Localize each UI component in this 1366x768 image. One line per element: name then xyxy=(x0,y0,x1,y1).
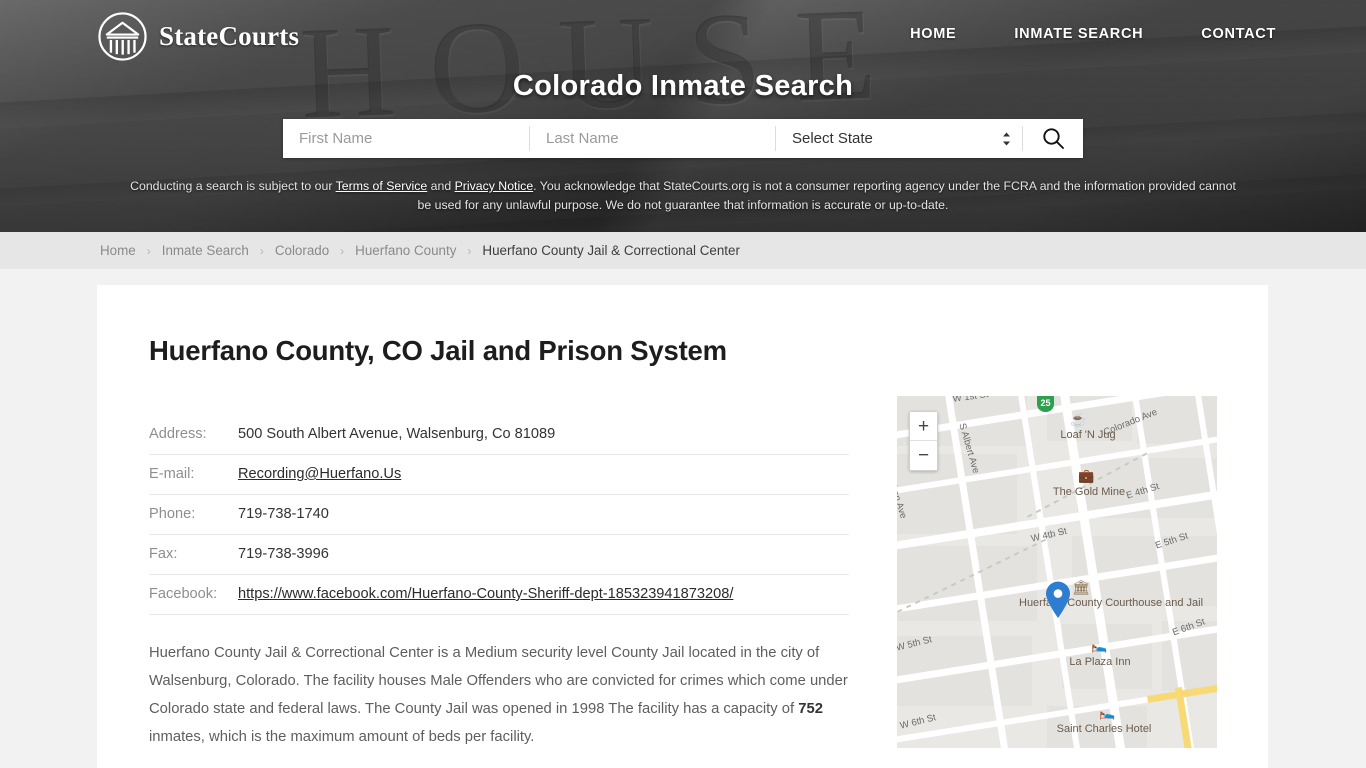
nav-item-contact[interactable]: CONTACT xyxy=(1201,26,1276,42)
search-disclaimer: Conducting a search is subject to our Te… xyxy=(130,177,1236,215)
breadcrumb-separator-icon: › xyxy=(259,243,264,258)
breadcrumb-item-inmate-search[interactable]: Inmate Search xyxy=(162,243,249,258)
facility-details-column: Address: 500 South Albert Avenue, Walsen… xyxy=(149,367,849,751)
breadcrumb: Home › Inmate Search › Colorado › Huerfa… xyxy=(0,232,1366,269)
table-row: E-mail: Recording@Huerfano.Us xyxy=(149,454,849,495)
map-street-label: W 6th St xyxy=(899,712,938,732)
nav-item-inmate-search[interactable]: INMATE SEARCH xyxy=(1014,26,1143,42)
breadcrumb-separator-icon: › xyxy=(340,243,345,258)
cafe-icon: ☕ xyxy=(1070,412,1087,427)
content-row: Address: 500 South Albert Avenue, Walsen… xyxy=(97,367,1268,751)
nav-item-home[interactable]: HOME xyxy=(910,26,956,42)
last-name-input[interactable] xyxy=(530,119,775,158)
detail-label-address: Address: xyxy=(149,415,238,455)
disclaimer-text-2: and xyxy=(427,179,455,193)
table-row: Phone: 719-738-1740 xyxy=(149,494,849,535)
state-select[interactable]: Select State xyxy=(776,119,1022,158)
detail-value-facebook: https://www.facebook.com/Huerfano-County… xyxy=(238,574,849,615)
courthouse-circle-icon xyxy=(98,12,147,61)
description-capacity: 752 xyxy=(798,701,823,717)
detail-label-fax: Fax: xyxy=(149,534,238,575)
table-row: Address: 500 South Albert Avenue, Walsen… xyxy=(149,415,849,455)
description-text-2: inmates, which is the maximum amount of … xyxy=(149,729,535,745)
map-place-label: La Plaza Inn xyxy=(1069,656,1131,668)
search-submit-button[interactable] xyxy=(1023,119,1083,158)
map-column: W 1st St S Albert Ave Colorado Ave andre… xyxy=(849,367,1217,751)
detail-value-fax: 719-738-3996 xyxy=(238,534,849,575)
facebook-link[interactable]: https://www.facebook.com/Huerfano-County… xyxy=(238,586,733,602)
breadcrumb-current: Huerfano County Jail & Correctional Cent… xyxy=(482,243,740,258)
map-place-label: Huerfano County Courthouse and Jail xyxy=(1019,597,1204,609)
shop-icon: 💼 xyxy=(1078,468,1095,483)
detail-label-email: E-mail: xyxy=(149,454,238,495)
main-navigation: HOME INMATE SEARCH CONTACT xyxy=(910,26,1276,42)
map-zoom-out-button[interactable]: − xyxy=(910,441,937,470)
page-title: Huerfano County, CO Jail and Prison Syst… xyxy=(149,335,727,366)
disclaimer-text-3: . You acknowledge that StateCourts.org i… xyxy=(417,179,1236,212)
map-place-label: The Gold Mine xyxy=(1052,486,1126,498)
breadcrumb-item-home[interactable]: Home xyxy=(100,243,136,258)
location-map[interactable]: W 1st St S Albert Ave Colorado Ave andre… xyxy=(897,396,1217,748)
map-pin-icon[interactable] xyxy=(1045,581,1071,624)
map-place-label: Saint Charles Hotel xyxy=(1056,723,1152,735)
description-text-1: Huerfano County Jail & Correctional Cent… xyxy=(149,645,848,717)
privacy-notice-link[interactable]: Privacy Notice xyxy=(455,179,534,193)
detail-value-phone: 719-738-1740 xyxy=(238,494,849,535)
magnifier-icon xyxy=(1042,128,1064,149)
detail-value-address: 500 South Albert Avenue, Walsenburg, Co … xyxy=(238,415,849,455)
hotel-icon: 🛌 xyxy=(1091,638,1108,653)
detail-label-phone: Phone: xyxy=(149,494,238,535)
main-content-card: Huerfano County, CO Jail and Prison Syst… xyxy=(97,285,1268,768)
inmate-search-form: Select State xyxy=(283,119,1083,158)
highway-shield-icon: 25 xyxy=(1037,396,1054,412)
email-link[interactable]: Recording@Huerfano.Us xyxy=(238,466,401,482)
table-row: Fax: 719-738-3996 xyxy=(149,534,849,575)
map-zoom-controls: + − xyxy=(909,411,938,471)
detail-label-facebook: Facebook: xyxy=(149,574,238,615)
map-street-label: W 4th St xyxy=(1030,525,1068,545)
brand-name: StateCourts xyxy=(159,21,300,51)
government-building-icon: 🏛 xyxy=(1072,579,1090,595)
hero-title: Colorado Inmate Search xyxy=(512,70,854,102)
facility-description: Huerfano County Jail & Correctional Cent… xyxy=(149,639,849,751)
table-row: Facebook: https://www.facebook.com/Huerf… xyxy=(149,574,849,615)
breadcrumb-separator-icon: › xyxy=(467,243,472,258)
breadcrumb-separator-icon: › xyxy=(146,243,151,258)
first-name-input[interactable] xyxy=(283,119,529,158)
detail-value-email: Recording@Huerfano.Us xyxy=(238,454,849,495)
breadcrumb-item-huerfano-county[interactable]: Huerfano County xyxy=(355,243,456,258)
map-zoom-in-button[interactable]: + xyxy=(910,412,937,441)
facility-info-table: Address: 500 South Albert Avenue, Walsen… xyxy=(149,415,849,615)
hotel-icon: 🛌 xyxy=(1099,705,1116,720)
brand-logo-link[interactable]: StateCourts xyxy=(97,11,299,62)
terms-of-service-link[interactable]: Terms of Service xyxy=(336,179,428,193)
breadcrumb-item-colorado[interactable]: Colorado xyxy=(275,243,329,258)
disclaimer-text-1: Conducting a search is subject to our xyxy=(130,179,336,193)
map-place-label: Loaf 'N Jug xyxy=(1060,429,1116,441)
state-select-wrapper: Select State xyxy=(776,119,1022,158)
site-header: HOUSE StateCourts HOME INMATE SEARCH CON… xyxy=(0,0,1366,232)
